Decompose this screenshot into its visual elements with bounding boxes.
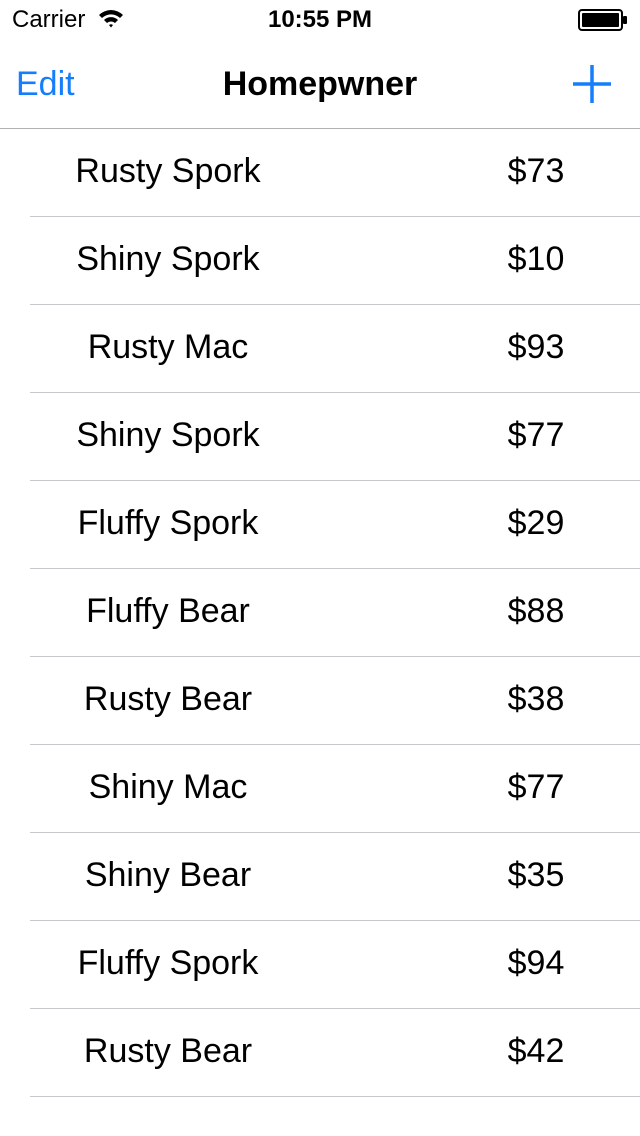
item-value: $38: [507, 680, 565, 718]
item-row[interactable]: Fluffy Spork $94: [30, 921, 640, 1009]
item-name: Fluffy Bear: [86, 592, 250, 630]
item-name: Rusty Mac: [87, 328, 249, 366]
item-value: $77: [507, 416, 565, 454]
item-value: $88: [507, 592, 565, 630]
battery-icon: [578, 9, 628, 36]
item-value: $29: [507, 504, 565, 542]
item-list: Rusty Spork $73 Shiny Spork $10 Rusty Ma…: [0, 129, 640, 1097]
item-row[interactable]: Rusty Bear $38: [30, 657, 640, 745]
plus-icon: [573, 65, 611, 103]
item-row[interactable]: Rusty Spork $73: [30, 129, 640, 217]
item-name: Rusty Spork: [75, 152, 261, 190]
status-time: 10:55 PM: [267, 6, 373, 33]
item-name: Shiny Bear: [84, 856, 252, 894]
item-row[interactable]: Shiny Bear $35: [30, 833, 640, 921]
item-value: $93: [507, 328, 565, 366]
item-name: Shiny Spork: [76, 240, 260, 278]
item-row[interactable]: Rusty Mac $93: [30, 305, 640, 393]
item-value: $77: [507, 768, 565, 806]
item-row[interactable]: Fluffy Bear $88: [30, 569, 640, 657]
item-row[interactable]: Shiny Spork $77: [30, 393, 640, 481]
item-row[interactable]: Shiny Mac $77: [30, 745, 640, 833]
status-bar: Carrier 10:55 PM: [0, 0, 640, 40]
item-name: Rusty Bear: [83, 680, 253, 718]
item-row[interactable]: Rusty Bear $42: [30, 1009, 640, 1097]
item-row[interactable]: Shiny Spork $10: [30, 217, 640, 305]
item-name: Shiny Mac: [88, 768, 248, 806]
item-value: $73: [507, 152, 565, 190]
item-value: $10: [507, 240, 565, 278]
item-name: Shiny Spork: [76, 416, 260, 454]
item-value: $35: [507, 856, 565, 894]
navigation-bar: Edit Homepwner: [0, 40, 640, 129]
item-name: Fluffy Spork: [77, 944, 259, 982]
item-value: $42: [507, 1032, 565, 1070]
item-name: Rusty Bear: [83, 1032, 253, 1070]
add-item-button[interactable]: [570, 62, 614, 106]
item-row[interactable]: Fluffy Spork $29: [30, 481, 640, 569]
item-value: $94: [507, 944, 565, 982]
page-title: Homepwner: [222, 65, 418, 103]
item-name: Fluffy Spork: [77, 504, 259, 542]
